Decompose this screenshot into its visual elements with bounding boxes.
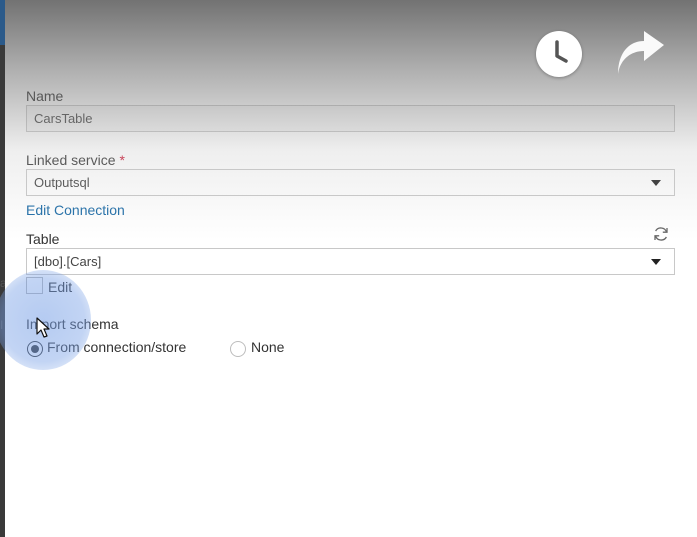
refresh-icon: [654, 227, 668, 241]
panel-title: Set Properties: [62, 20, 215, 47]
dropdown-caret-icon: [651, 259, 661, 265]
share-button[interactable]: [612, 30, 668, 78]
linked-service-label-text: Linked service: [26, 152, 116, 168]
back-arrow-icon: [24, 25, 46, 43]
dropdown-caret-icon: [651, 180, 661, 186]
name-label: Name: [26, 88, 64, 104]
mouse-cursor-icon: [36, 317, 50, 338]
share-arrow-icon: [618, 31, 664, 74]
table-label: Table: [26, 231, 60, 247]
radio-none[interactable]: [230, 341, 246, 357]
back-button[interactable]: [19, 18, 51, 50]
name-value: CarsTable: [34, 111, 93, 126]
edit-table-label: Edit: [48, 279, 73, 295]
history-clock-icon: [555, 40, 568, 63]
name-field[interactable]: CarsTable: [26, 105, 675, 132]
set-properties-panel: Set Properties Name CarsTable Linked ser…: [0, 0, 697, 537]
radio-from-connection-label[interactable]: From connection/store: [47, 339, 186, 355]
table-dropdown[interactable]: [dbo].[Cars]: [26, 248, 675, 275]
history-button[interactable]: [536, 31, 582, 77]
table-selected: [dbo].[Cars]: [34, 254, 102, 269]
edit-connection-link[interactable]: Edit Connection: [26, 202, 125, 218]
linked-service-dropdown[interactable]: Outputsql: [26, 169, 675, 196]
linked-service-label: Linked service *: [26, 152, 125, 168]
linked-service-selected: Outputsql: [34, 175, 90, 190]
radio-from-connection[interactable]: [27, 341, 43, 357]
radio-none-label[interactable]: None: [251, 339, 284, 355]
background-edge-text: I: [0, 318, 4, 332]
edit-table-checkbox[interactable]: [26, 277, 43, 294]
required-mark: *: [119, 152, 125, 168]
header-divider: [5, 70, 697, 71]
refresh-button[interactable]: [652, 225, 670, 243]
